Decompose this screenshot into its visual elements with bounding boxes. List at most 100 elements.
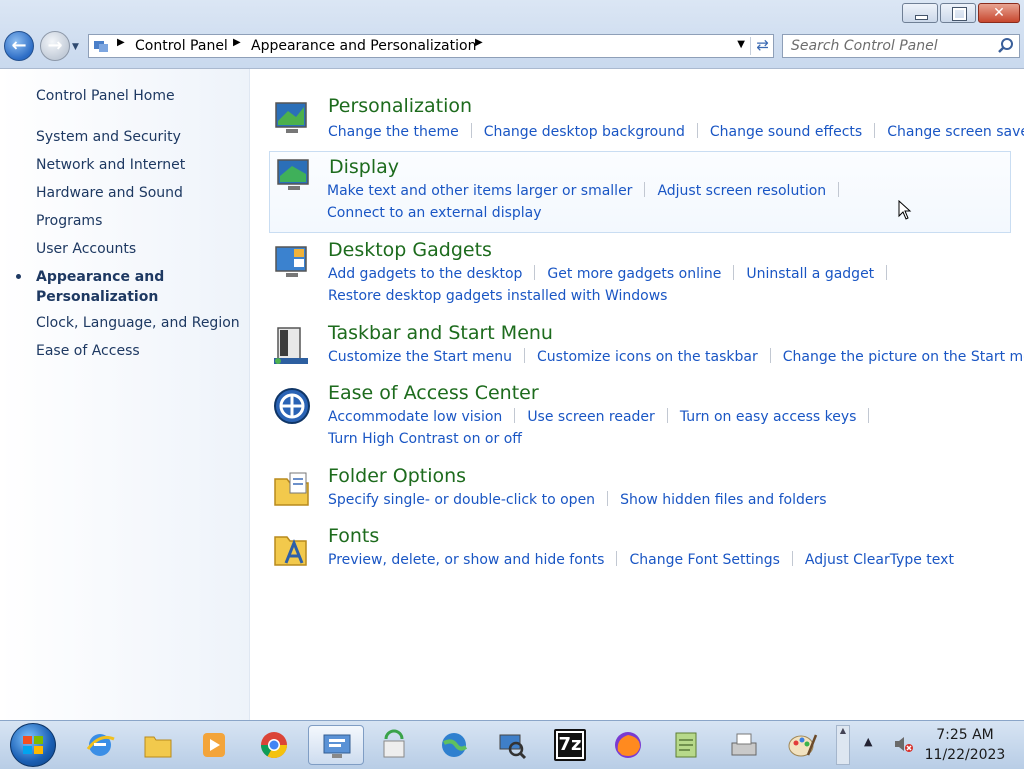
category-title[interactable]: Desktop Gadgets [328, 239, 492, 261]
gadgets-icon[interactable] [272, 243, 312, 283]
link-adjust-cleartype[interactable]: Adjust ClearType text [805, 552, 954, 568]
link-customize-start-menu[interactable]: Customize the Start menu [328, 349, 512, 365]
category-title[interactable]: Display [329, 156, 399, 178]
category-title[interactable]: Personalization [328, 95, 472, 117]
clock-time[interactable]: 7:25 AM [916, 727, 1014, 743]
taskbar-notepad[interactable] [662, 725, 710, 765]
category-title[interactable]: Fonts [328, 525, 379, 547]
category-links: Accommodate low vision Use screen reader T… [328, 408, 881, 425]
link-easy-access-keys[interactable]: Turn on easy access keys [680, 409, 857, 425]
sidebar-item-appearance-line2[interactable]: Personalization [36, 287, 158, 307]
link-separator [868, 408, 870, 423]
sidebar-item-programs[interactable]: Programs [36, 213, 102, 229]
link-single-double-click[interactable]: Specify single- or double-click to open [328, 492, 595, 508]
link-make-text-larger[interactable]: Make text and other items larger or smal… [327, 183, 632, 199]
taskbar-firefox[interactable] [604, 725, 652, 765]
link-separator [838, 182, 840, 197]
forward-button[interactable]: → [40, 31, 70, 61]
link-use-screen-reader[interactable]: Use screen reader [527, 409, 655, 425]
network-globe-icon [442, 733, 468, 757]
category-links: Preview, delete, or show and hide fonts C… [328, 551, 954, 568]
link-accommodate-low-vision[interactable]: Accommodate low vision [328, 409, 502, 425]
breadcrumb-control-panel[interactable]: Control Panel [135, 38, 228, 54]
taskbar-control-panel[interactable] [308, 725, 364, 765]
link-change-theme[interactable]: Change the theme [328, 124, 459, 140]
sidebar-item-hardware-sound[interactable]: Hardware and Sound [36, 185, 183, 201]
link-change-screen-saver[interactable]: Change screen saver [887, 124, 1024, 140]
link-show-hidden-files[interactable]: Show hidden files and folders [620, 492, 827, 508]
link-change-sound-effects[interactable]: Change sound effects [710, 124, 862, 140]
breadcrumb-separator-icon[interactable]: ▶ [233, 37, 241, 48]
back-arrow-icon: ← [11, 35, 27, 56]
taskbar-sync[interactable] [370, 725, 418, 765]
search-input[interactable]: Search Control Panel [782, 34, 1020, 58]
volume-muted-icon[interactable] [892, 733, 914, 755]
sidebar-item-control-panel-home[interactable]: Control Panel Home [36, 88, 175, 104]
refresh-icon[interactable]: ⇄ [756, 36, 769, 54]
link-connect-external-display[interactable]: Connect to an external display [327, 205, 542, 221]
address-dropdown-icon[interactable]: ▼ [737, 39, 745, 50]
sidebar-item-ease-of-access[interactable]: Ease of Access [36, 343, 140, 359]
fonts-icon[interactable] [272, 529, 312, 569]
personalization-icon[interactable] [272, 99, 312, 139]
mouse-cursor-icon [898, 200, 912, 220]
link-get-more-gadgets[interactable]: Get more gadgets online [547, 266, 721, 282]
taskbar-search-computer[interactable] [488, 725, 536, 765]
link-change-font-settings[interactable]: Change Font Settings [629, 552, 779, 568]
ease-of-access-icon[interactable] [272, 386, 312, 426]
taskbar-fax-scan[interactable] [720, 725, 768, 765]
start-button[interactable] [10, 723, 56, 767]
breadcrumb-separator-icon[interactable]: ▶ [475, 37, 483, 48]
taskbar-chrome[interactable] [250, 725, 298, 765]
back-button[interactable]: ← [4, 31, 34, 61]
category-title[interactable]: Ease of Access Center [328, 382, 539, 404]
link-restore-gadgets[interactable]: Restore desktop gadgets installed with W… [328, 288, 667, 304]
category-display[interactable]: Display Make text and other items larger… [269, 151, 1011, 233]
category-links: Add gadgets to the desktop Get more gadge… [328, 265, 899, 282]
recent-pages-dropdown-icon[interactable]: ▼ [72, 42, 79, 52]
link-change-desktop-background[interactable]: Change desktop background [484, 124, 685, 140]
breadcrumb-appearance[interactable]: Appearance and Personalization [251, 38, 476, 54]
link-change-start-picture[interactable]: Change the picture on the Start menu [783, 349, 1024, 365]
sidebar-item-network-internet[interactable]: Network and Internet [36, 157, 185, 173]
category-title[interactable]: Folder Options [328, 465, 466, 487]
link-separator [524, 348, 526, 363]
close-button[interactable]: ✕ [978, 3, 1020, 23]
link-add-gadgets[interactable]: Add gadgets to the desktop [328, 266, 522, 282]
category-title[interactable]: Taskbar and Start Menu [328, 322, 553, 344]
link-preview-fonts[interactable]: Preview, delete, or show and hide fonts [328, 552, 604, 568]
window-controls: ✕ [902, 3, 1020, 23]
sidebar-item-system-security[interactable]: System and Security [36, 129, 181, 145]
taskbar-file-explorer[interactable] [134, 725, 182, 765]
clock-date[interactable]: 11/22/2023 [916, 747, 1014, 763]
folder-options-icon[interactable] [272, 469, 312, 509]
taskbar-internet-explorer[interactable] [76, 725, 124, 765]
taskbar-seven-zip[interactable]: 7z [546, 725, 594, 765]
show-hidden-icons-icon[interactable]: ▲ [864, 735, 872, 748]
link-adjust-screen-resolution[interactable]: Adjust screen resolution [657, 183, 826, 199]
breadcrumb-separator-icon[interactable]: ▶ [117, 37, 125, 48]
address-divider [750, 37, 751, 55]
taskbar-icon[interactable] [272, 326, 312, 366]
restore-button[interactable] [940, 3, 976, 23]
category-links: Connect to an external display [327, 205, 542, 221]
sidebar-item-clock-language-region[interactable]: Clock, Language, and Region [36, 315, 240, 331]
forward-arrow-icon: → [47, 35, 63, 56]
sidebar-item-appearance[interactable]: Appearance and [36, 267, 164, 287]
taskbar-scroll-button[interactable]: ▲ [836, 725, 850, 765]
link-high-contrast[interactable]: Turn High Contrast on or off [328, 431, 522, 447]
windows-logo-icon [23, 736, 43, 754]
taskbar-paint[interactable] [778, 725, 826, 765]
minimize-button[interactable] [902, 3, 938, 23]
taskbar-media-player[interactable] [190, 725, 238, 765]
category-desktop-gadgets: Desktop Gadgets Add gadgets to the deskt… [268, 239, 1010, 304]
link-separator [696, 123, 698, 138]
display-icon[interactable] [274, 156, 314, 196]
taskbar-network-globe[interactable] [430, 725, 478, 765]
search-icon[interactable] [997, 37, 1015, 55]
address-bar[interactable]: ▶ Control Panel ▶ Appearance and Persona… [88, 34, 774, 58]
link-separator [886, 265, 888, 280]
link-customize-taskbar-icons[interactable]: Customize icons on the taskbar [537, 349, 758, 365]
sidebar-item-user-accounts[interactable]: User Accounts [36, 241, 136, 257]
link-uninstall-gadget[interactable]: Uninstall a gadget [746, 266, 874, 282]
